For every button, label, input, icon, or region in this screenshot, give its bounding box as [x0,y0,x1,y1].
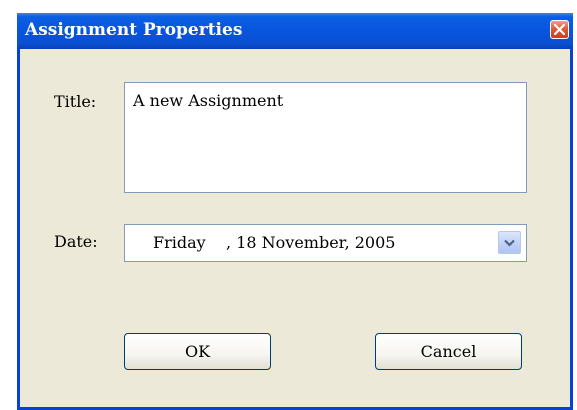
close-button[interactable] [550,20,569,39]
title-label: Title: [54,92,97,111]
date-picker[interactable]: Friday , 18 November, 2005 [124,224,527,262]
date-value: Friday , 18 November, 2005 [153,233,396,252]
date-label: Date: [54,232,98,251]
date-dropdown-button[interactable] [498,231,521,254]
chevron-down-icon [504,239,515,247]
window-title: Assignment Properties [25,20,243,40]
cancel-button[interactable]: Cancel [375,333,522,370]
ok-button[interactable]: OK [124,333,271,370]
title-input[interactable]: A new Assignment [124,82,527,193]
assignment-properties-dialog: Assignment Properties Title: A new Assig… [17,13,573,410]
title-bar[interactable]: Assignment Properties [17,13,573,49]
close-icon [554,24,565,35]
